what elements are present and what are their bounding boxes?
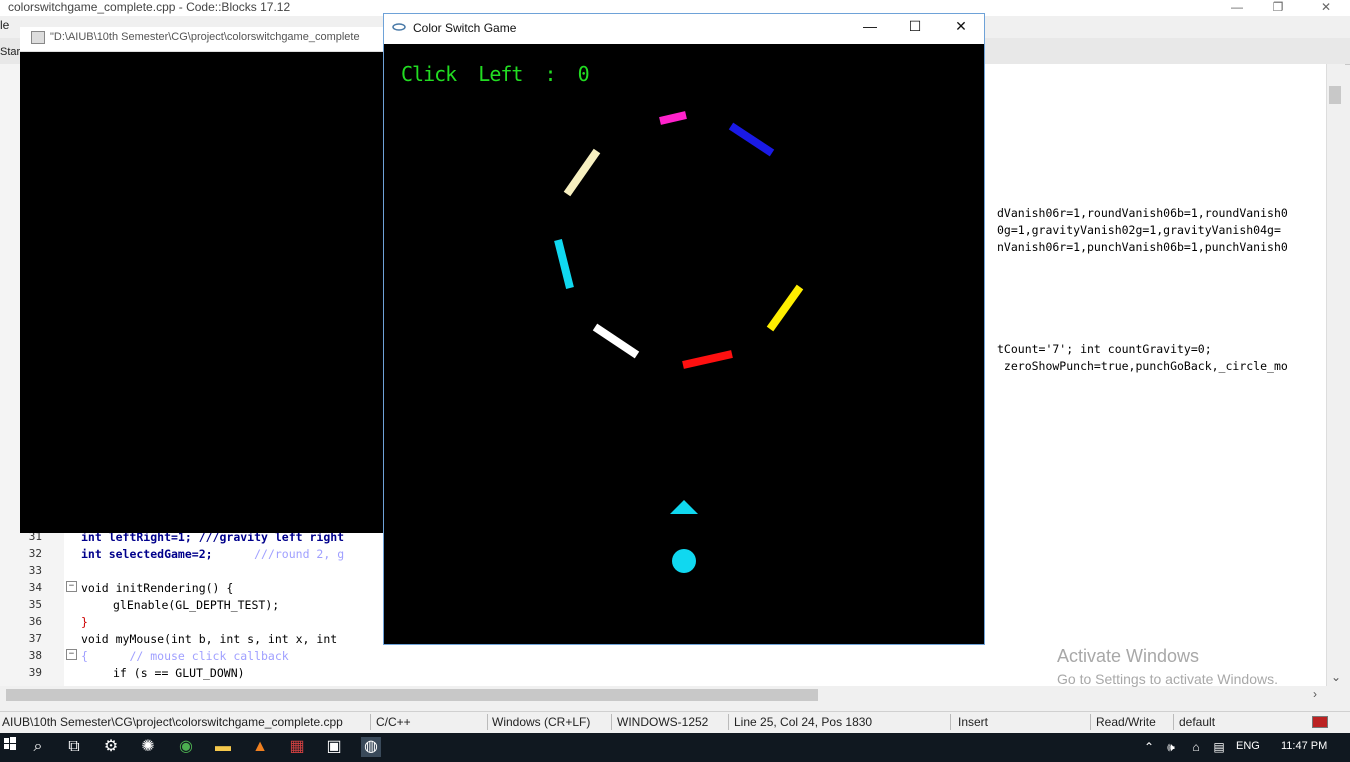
menu-file[interactable]: le (0, 18, 12, 34)
windows-logo-icon (4, 737, 16, 750)
console-window[interactable] (20, 27, 388, 533)
code-line-38: { // mouse click callback (81, 649, 289, 663)
status-language: C/C++ (376, 715, 411, 729)
code-line-37: void myMouse(int b, int s, int x, int (81, 632, 338, 646)
opengl-app-icon (392, 23, 406, 31)
status-bar: AIUB\10th Semester\CG\project\colorswitc… (0, 711, 1350, 734)
console-app-icon (31, 31, 45, 44)
network-icon[interactable]: ⌂ (1186, 737, 1206, 757)
tray-clock[interactable]: 11:47 PM (1281, 740, 1327, 752)
flag-icon (1312, 716, 1328, 728)
code-line-36: } (81, 615, 88, 629)
codeblocks-taskbar-icon[interactable]: ▦ (287, 737, 307, 757)
vertical-scroll-thumb[interactable] (1329, 86, 1341, 104)
player-ball (672, 549, 696, 573)
app-gear-icon[interactable]: ✺ (138, 737, 158, 757)
fold-toggle[interactable]: − (66, 649, 77, 660)
line-number: 37 (28, 632, 42, 645)
code-line-right: dVanish06r=1,roundVanish06b=1,roundVanis… (997, 206, 1288, 220)
minimize-button[interactable]: — (1227, 0, 1247, 14)
status-encoding: WINDOWS-1252 (617, 715, 709, 729)
line-number: 34 (28, 581, 42, 594)
activate-windows-title: Activate Windows (1057, 646, 1200, 666)
line-number: 39 (28, 666, 42, 679)
game-close-button[interactable]: ✕ (946, 18, 976, 35)
code-comment: ///round 2, g (254, 547, 345, 561)
fold-toggle[interactable]: − (66, 581, 77, 592)
game-maximize-button[interactable]: ☐ (900, 18, 930, 35)
activate-windows-subtitle: Go to Settings to activate Windows. (1057, 671, 1278, 687)
horizontal-scroll-thumb[interactable] (6, 689, 818, 701)
status-profile: default (1179, 715, 1216, 729)
status-divider (1090, 714, 1091, 730)
console-window-title: "D:\AIUB\10th Semester\CG\project\colors… (50, 31, 360, 43)
vertical-scrollbar[interactable] (1326, 64, 1345, 686)
status-divider (950, 714, 951, 730)
game-canvas[interactable] (384, 44, 984, 644)
status-divider (1173, 714, 1174, 730)
restore-button[interactable]: ❐ (1268, 0, 1288, 14)
volume-icon[interactable]: 🕪 (1161, 737, 1181, 757)
status-access: Read/Write (1096, 715, 1156, 729)
search-icon[interactable]: ⌕ (28, 737, 48, 757)
app-tool-icon[interactable]: ⚙ (101, 737, 121, 757)
game-minimize-button[interactable]: — (855, 18, 885, 34)
code-line-39: if (s == GLUT_DOWN) (113, 666, 245, 680)
status-eol: Windows (CR+LF) (492, 715, 591, 729)
tab-start-here[interactable]: Star (0, 46, 20, 58)
notification-icon[interactable]: ▤ (1209, 737, 1229, 757)
task-view-icon[interactable]: ⧉ (64, 737, 84, 757)
vlc-icon[interactable]: ▲ (250, 737, 270, 757)
scroll-right-arrow-icon[interactable]: › (1313, 687, 1317, 701)
code-token: int selectedGame=2; (81, 547, 213, 561)
code-line-right: tCount='7'; int countGravity=0; (997, 342, 1212, 356)
scroll-down-arrow-icon[interactable]: ⌄ (1331, 670, 1341, 684)
code-line-35: glEnable(GL_DEPTH_TEST); (113, 598, 280, 612)
code-line-right: nVanish06r=1,punchVanish06b=1,punchVanis… (997, 240, 1288, 254)
tray-language[interactable]: ENG (1236, 740, 1260, 752)
code-line-32: int selectedGame=2; ///round 2, g (81, 547, 344, 561)
code-line-34: void initRendering() { (81, 581, 234, 595)
status-divider (728, 714, 729, 730)
code-line-right: 0g=1,gravityVanish02g=1,gravityVanish04g… (997, 223, 1281, 237)
close-button[interactable]: ✕ (1316, 0, 1336, 14)
line-number: 32 (28, 547, 42, 560)
line-number: 35 (28, 598, 42, 611)
game-window-title: Color Switch Game (413, 21, 517, 35)
status-divider (487, 714, 488, 730)
codeblocks-window-title: colorswitchgame_complete.cpp - Code::Blo… (8, 0, 291, 14)
code-line-right: zeroShowPunch=true,punchGoBack,_circle_m… (997, 359, 1288, 373)
console-taskbar-icon[interactable]: ▣ (324, 737, 344, 757)
chrome-icon[interactable]: ◉ (176, 737, 196, 757)
status-insert-mode: Insert (958, 715, 989, 729)
click-left-counter: Click Left : 0 (401, 62, 590, 86)
status-divider (611, 714, 612, 730)
start-windows-icon[interactable] (0, 737, 20, 757)
game-taskbar-icon[interactable]: ◍ (361, 737, 381, 757)
status-cursor-position: Line 25, Col 24, Pos 1830 (734, 715, 873, 729)
status-file-path: AIUB\10th Semester\CG\project\colorswitc… (2, 715, 343, 729)
line-number: 36 (28, 615, 42, 628)
status-divider (370, 714, 371, 730)
line-number: 33 (28, 564, 42, 577)
tray-up-arrow-icon[interactable]: ⌃ (1139, 737, 1159, 757)
line-number: 38 (28, 649, 42, 662)
file-explorer-icon[interactable]: ▬ (213, 737, 233, 757)
